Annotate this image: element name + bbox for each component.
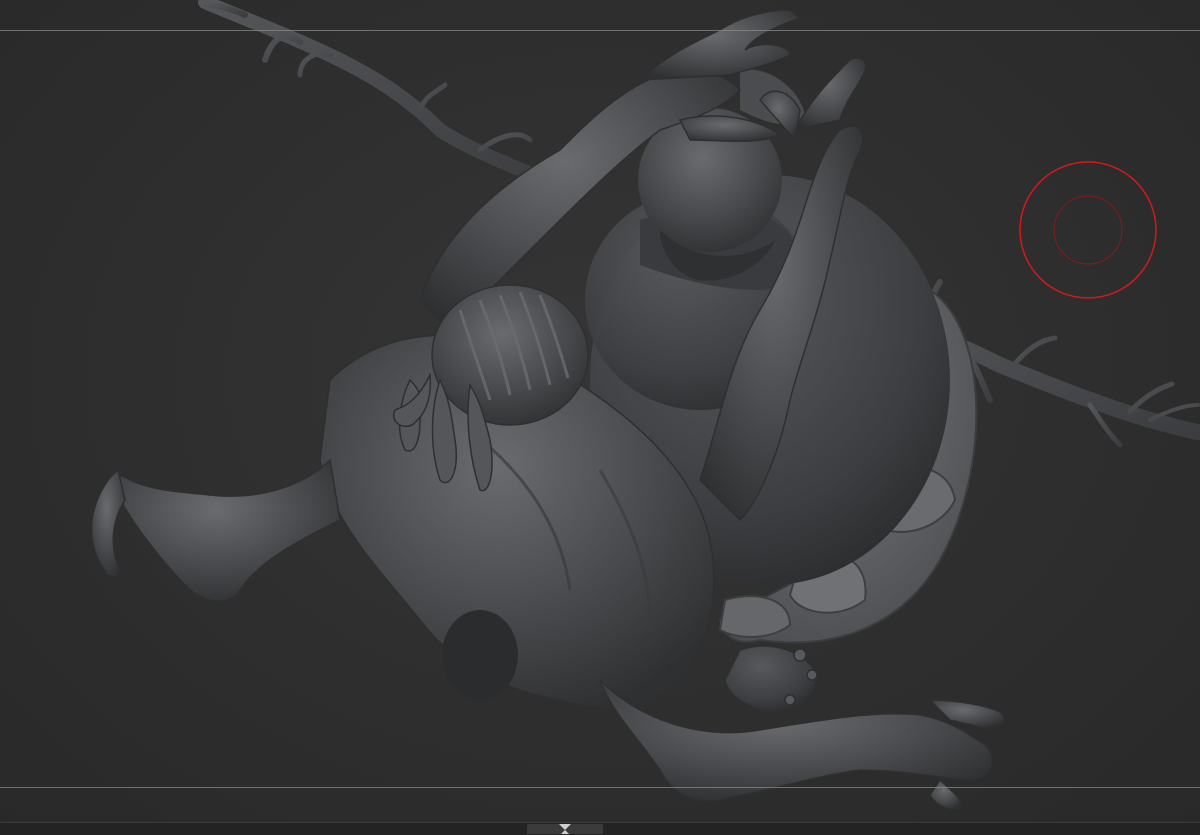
- sculpt-model[interactable]: [0, 0, 1200, 834]
- figure-left-leg: [90, 458, 341, 602]
- canvas-guide-bottom: [0, 787, 1200, 788]
- chevron-up-down-icon[interactable]: [527, 824, 603, 834]
- document-canvas[interactable]: [0, 0, 1200, 834]
- creature-tail: [724, 645, 818, 713]
- canvas-guide-top: [0, 30, 1200, 31]
